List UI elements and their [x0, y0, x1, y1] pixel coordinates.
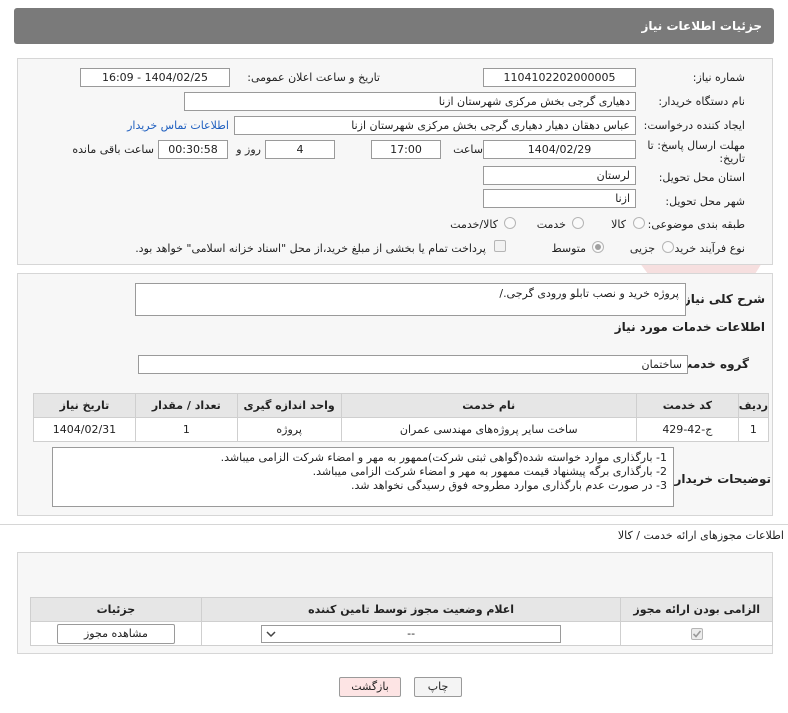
service-group-field: ساختمان — [138, 355, 688, 374]
permit-required-checkbox[interactable] — [690, 627, 703, 640]
page-title: جزئیات اطلاعات نیاز — [641, 19, 762, 33]
col-quantity: تعداد / مقدار — [134, 393, 238, 418]
buyer-notes-textarea: 1- بارگذاری موارد خواسته شده(گواهی ثبتی … — [52, 447, 674, 507]
process-option-medium: متوسط — [551, 242, 586, 255]
col-unit: واحد اندازه گیری — [236, 393, 342, 418]
category-radio-goods[interactable] — [633, 217, 645, 229]
days-label: روز و — [236, 143, 261, 156]
chevron-down-icon — [266, 630, 276, 637]
category-label: طبقه بندی موضوعی: — [647, 218, 745, 231]
cell-permit-details: مشاهده مجوز — [30, 621, 202, 646]
need-number-field: 1104102202000005 — [483, 68, 636, 87]
process-radio-medium[interactable] — [592, 241, 604, 253]
col-need-date: تاریخ نیاز — [33, 393, 136, 418]
announce-date-field: 1404/02/25 - 16:09 — [80, 68, 230, 87]
city-field: ازنا — [483, 189, 636, 208]
province-field: لرستان — [483, 166, 636, 185]
city-label: شهر محل تحویل: — [665, 195, 745, 208]
services-table-header: ردیف کد خدمت نام خدمت واحد اندازه گیری ت… — [33, 393, 770, 418]
creator-field: عباس دهقان دهیار دهیاری گرجی بخش مرکزی ش… — [234, 116, 636, 135]
buyer-org-field: دهیاری گرجی بخش مرکزی شهرستان ازنا — [184, 92, 636, 111]
cell-permit-required — [620, 621, 773, 646]
table-row: -- مشاهده مجوز — [30, 621, 773, 646]
col-service-name: نام خدمت — [340, 393, 637, 418]
services-table: ردیف کد خدمت نام خدمت واحد اندازه گیری ت… — [33, 393, 770, 442]
permit-status-selected: -- — [407, 626, 416, 640]
remaining-label: ساعت باقی مانده — [72, 143, 154, 156]
buyer-org-label: نام دستگاه خریدار: — [658, 95, 745, 108]
cell-quantity: 1 — [134, 417, 238, 442]
deadline-time-field: 17:00 — [371, 140, 441, 159]
remaining-time-field: 00:30:58 — [158, 140, 228, 159]
process-type-label: نوع فرآیند خرید : — [667, 242, 745, 255]
buyer-notes-label: توضیحات خریدار: — [669, 472, 771, 486]
province-label: استان محل تحویل: — [658, 171, 745, 184]
permits-table-header: الزامی بودن ارائه مجوز اعلام وضعیت مجوز … — [30, 597, 773, 622]
summary-textarea: پروژه خرید و نصب تابلو ورودی گرجی./ — [135, 283, 686, 316]
permits-divider — [0, 524, 788, 525]
deadline-label: مهلت ارسال پاسخ: تا تاریخ: — [647, 139, 745, 165]
services-section-title: اطلاعات خدمات مورد نیاز — [614, 320, 765, 334]
cell-row-number: 1 — [737, 417, 770, 442]
col-permit-required: الزامی بودن ارائه مجوز — [620, 597, 773, 622]
buyer-note-line-3: 3- در صورت عدم بارگذاری موارد مطروحه فوق… — [351, 479, 667, 492]
cell-service-name: ساخت سایر پروژه‌های مهندسی عمران — [340, 417, 637, 442]
print-button[interactable]: چاپ — [414, 677, 462, 697]
process-radio-minor[interactable] — [662, 241, 674, 253]
category-radio-goods-service[interactable] — [504, 217, 516, 229]
permits-table: الزامی بودن ارائه مجوز اعلام وضعیت مجوز … — [30, 597, 773, 646]
category-option-goods: کالا — [611, 218, 626, 231]
deadline-time-label: ساعت — [453, 143, 483, 156]
category-option-goods-service: کالا/خدمت — [450, 218, 498, 231]
col-row-number: ردیف — [737, 393, 770, 418]
creator-label: ایجاد کننده درخواست: — [643, 119, 745, 132]
days-field: 4 — [265, 140, 335, 159]
cell-permit-status: -- — [200, 621, 622, 646]
col-permit-status: اعلام وضعیت مجوز توسط تامین کننده — [200, 597, 622, 622]
table-row: 1 ج-42-429 ساخت سایر پروژه‌های مهندسی عم… — [33, 417, 770, 442]
cell-unit: پروژه — [236, 417, 342, 442]
check-icon — [692, 629, 701, 638]
category-radio-service[interactable] — [572, 217, 584, 229]
permits-section-title: اطلاعات مجوزهای ارائه خدمت / کالا — [617, 529, 784, 542]
page-header: جزئیات اطلاعات نیاز — [14, 8, 774, 44]
treasury-payment-note: پرداخت تمام یا بخشی از مبلغ خرید،از محل … — [135, 242, 486, 255]
view-permit-button[interactable]: مشاهده مجوز — [56, 623, 175, 644]
buyer-contact-link[interactable]: اطلاعات تماس خریدار — [127, 119, 229, 132]
cell-need-date: 1404/02/31 — [33, 417, 136, 442]
need-number-label: شماره نیاز: — [692, 71, 745, 84]
treasury-payment-checkbox[interactable] — [494, 240, 506, 252]
back-button[interactable]: بازگشت — [339, 677, 401, 697]
buyer-note-line-1: 1- بارگذاری موارد خواسته شده(گواهی ثبتی … — [220, 451, 667, 464]
buyer-note-line-2: 2- بارگذاری برگه پیشنهاد قیمت ممهور به م… — [312, 465, 667, 478]
col-permit-details: جزئیات — [30, 597, 202, 622]
process-option-minor: جزیی — [629, 242, 655, 255]
summary-label: شرح کلی نیاز: — [679, 292, 765, 306]
permit-status-select[interactable]: -- — [261, 624, 562, 643]
deadline-date-field: 1404/02/29 — [483, 140, 636, 159]
col-service-code: کد خدمت — [635, 393, 739, 418]
category-option-service: خدمت — [536, 218, 566, 231]
announce-date-label: تاریخ و ساعت اعلان عمومی: — [247, 71, 380, 84]
cell-service-code: ج-42-429 — [635, 417, 739, 442]
